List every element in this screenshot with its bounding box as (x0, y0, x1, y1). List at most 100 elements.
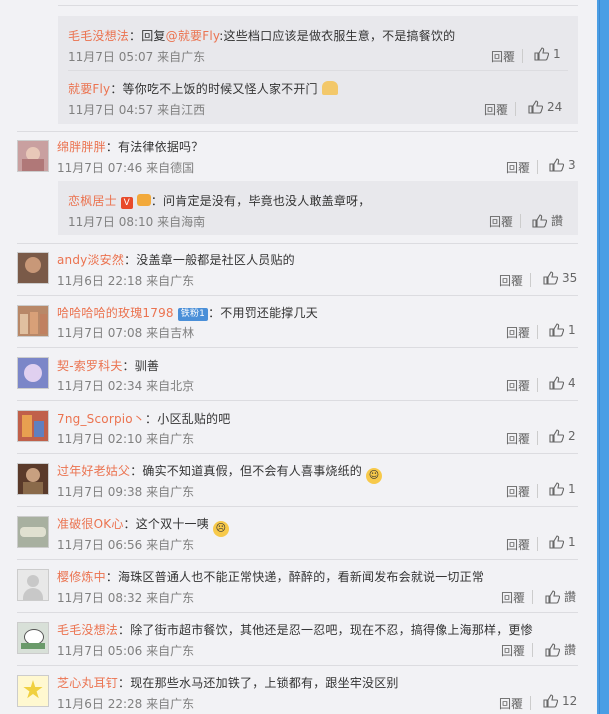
comment-username[interactable]: 哈哈哈哈的玫瑰1798 (57, 306, 174, 320)
divider (17, 131, 578, 132)
like-count: 1 (568, 482, 576, 496)
comment-meta: 11月6日 22:18 来自广东 (57, 274, 195, 288)
like-button[interactable]: 1 (549, 535, 576, 549)
scroll-thumb[interactable] (599, 0, 608, 714)
smile-emoji-icon: ☺ (366, 468, 383, 484)
like-count: 4 (568, 376, 576, 390)
avatar[interactable] (17, 569, 49, 601)
reply-button[interactable]: 回覆 (491, 48, 515, 65)
reply-button[interactable]: 回覆 (506, 536, 530, 553)
comment-meta: 11月7日 06:56 来自广东 (57, 538, 195, 552)
like-button[interactable]: 1 (549, 482, 576, 496)
reply-button[interactable]: 回覆 (501, 642, 525, 659)
like-button[interactable]: 24 (528, 100, 562, 114)
comment-username[interactable]: 樱修炼中 (57, 570, 106, 584)
like-button[interactable]: 35 (543, 271, 577, 285)
fan-badge: 铁粉1 (177, 308, 209, 321)
reply-username[interactable]: 恋枫居士 (68, 194, 117, 208)
comment-username[interactable]: 绵胖胖胖 (57, 140, 106, 154)
reply-meta: 11月7日 08:10 来自海南 (68, 215, 206, 229)
reply-button[interactable]: 回覆 (506, 159, 530, 176)
reply-text: 就要Fly：等你吃不上饭的时候又怪人家不开门 (68, 80, 338, 97)
divider (17, 453, 578, 454)
reply-button[interactable]: 回覆 (489, 213, 513, 230)
comment-meta: 11月7日 07:46 来自德国 (57, 161, 195, 175)
thumbs-up-icon (545, 642, 560, 657)
avatar[interactable] (17, 410, 49, 442)
like-button[interactable]: 12 (543, 694, 577, 708)
comment-text: 绵胖胖胖：有法律依据吗？ (57, 140, 204, 154)
comment-username[interactable]: andy淡安然 (57, 253, 124, 267)
reply-meta: 11月7日 04:57 来自江西 (68, 103, 206, 117)
thumbs-up-icon (545, 589, 560, 604)
like-count: 讚 (551, 214, 564, 228)
avatar[interactable] (17, 357, 49, 389)
comment-text: 准破很OK心：这个双十一咦 ☹ (57, 515, 229, 537)
comment-meta: 11月7日 07:08 来自吉林 (57, 326, 195, 340)
like-button[interactable]: 讚 (545, 641, 576, 658)
like-count: 12 (562, 694, 578, 708)
comment-text: 哈哈哈哈的玫瑰1798 铁粉1 ：不用罚还能撑几天 (57, 306, 318, 321)
divider (58, 5, 578, 6)
like-button[interactable]: 讚 (545, 588, 576, 605)
like-button[interactable]: 3 (549, 158, 576, 172)
reply-username[interactable]: 毛毛没想法 (68, 29, 129, 43)
thumbs-up-icon (549, 376, 564, 390)
reply-meta: 11月7日 05:07 来自广东 (68, 50, 206, 64)
comment-text: 樱修炼中：海珠区普通人也不能正常快递，醉醉的，看新闻发布会就说一切正常 (57, 570, 485, 584)
comment-panel: 毛毛没想法：回复@就要Fly:这些档口应该是做衣服生意，不是搞餐饮的 11月7日… (0, 0, 597, 714)
comment-username[interactable]: 过年好老姑父 (57, 464, 130, 478)
reply-text: 恋枫居士 V ：问肯定是没有，毕竟也没人敢盖章呀， (68, 194, 371, 209)
comment-username[interactable]: 契-索罗科夫 (57, 359, 123, 373)
avatar[interactable] (17, 622, 49, 654)
avatar[interactable] (17, 305, 49, 337)
mention-link[interactable]: @就要Fly (166, 29, 220, 43)
avatar[interactable] (17, 516, 49, 548)
reply-button[interactable]: 回覆 (506, 324, 530, 341)
clap-emoji-icon (321, 81, 338, 95)
like-button[interactable]: 1 (549, 323, 576, 337)
comment-username[interactable]: 芝心丸耳钉 (57, 676, 118, 690)
comment-meta: 11月7日 02:10 来自广东 (57, 432, 195, 446)
reply-button[interactable]: 回覆 (506, 483, 530, 500)
like-button[interactable]: 讚 (532, 212, 563, 229)
thumbs-up-icon (543, 694, 558, 708)
reply-button[interactable]: 回覆 (506, 430, 530, 447)
comment-meta: 11月7日 02:34 来自北京 (57, 379, 195, 393)
divider (17, 295, 578, 296)
comment-username[interactable]: 准破很OK心 (57, 517, 124, 531)
comment-meta: 11月7日 05:06 来自广东 (57, 644, 195, 658)
verified-icon: V (120, 197, 133, 209)
avatar[interactable] (17, 252, 49, 284)
reply-username[interactable]: 就要Fly (68, 82, 110, 96)
scrollbar[interactable] (597, 0, 609, 714)
divider (17, 665, 578, 666)
divider (17, 400, 578, 401)
divider (17, 243, 578, 244)
thumbs-up-icon (549, 535, 564, 549)
thumbs-up-icon (532, 213, 547, 228)
thumbs-up-icon (528, 100, 543, 114)
separator (532, 590, 533, 604)
comment-text: andy淡安然：没盖章一般都是社区人员贴的 (57, 253, 295, 267)
reply-button[interactable]: 回覆 (499, 695, 523, 712)
comment-meta: 11月7日 09:38 来自广东 (57, 485, 195, 499)
reply-button[interactable]: 回覆 (501, 589, 525, 606)
avatar[interactable] (17, 675, 49, 707)
thumbs-up-icon (549, 158, 564, 172)
reply-button[interactable]: 回覆 (499, 272, 523, 289)
reply-button[interactable]: 回覆 (484, 101, 508, 118)
reply-button[interactable]: 回覆 (506, 377, 530, 394)
comment-text: 毛毛没想法：除了街市超市餐饮，其他还是忍一忍吧，现在不忍，搞得像上海那样，更惨 (57, 623, 533, 637)
separator (532, 643, 533, 657)
avatar[interactable] (17, 140, 49, 172)
comment-username[interactable]: 7ng_Scorpio丶 (57, 412, 145, 426)
comment-username[interactable]: 毛毛没想法 (57, 623, 118, 637)
like-button[interactable]: 1 (534, 47, 561, 61)
like-button[interactable]: 4 (549, 376, 576, 390)
separator (537, 160, 538, 174)
separator (537, 537, 538, 551)
comment-text: 7ng_Scorpio丶：小区乱贴的吧 (57, 412, 231, 426)
avatar[interactable] (17, 463, 49, 495)
like-button[interactable]: 2 (549, 429, 576, 443)
